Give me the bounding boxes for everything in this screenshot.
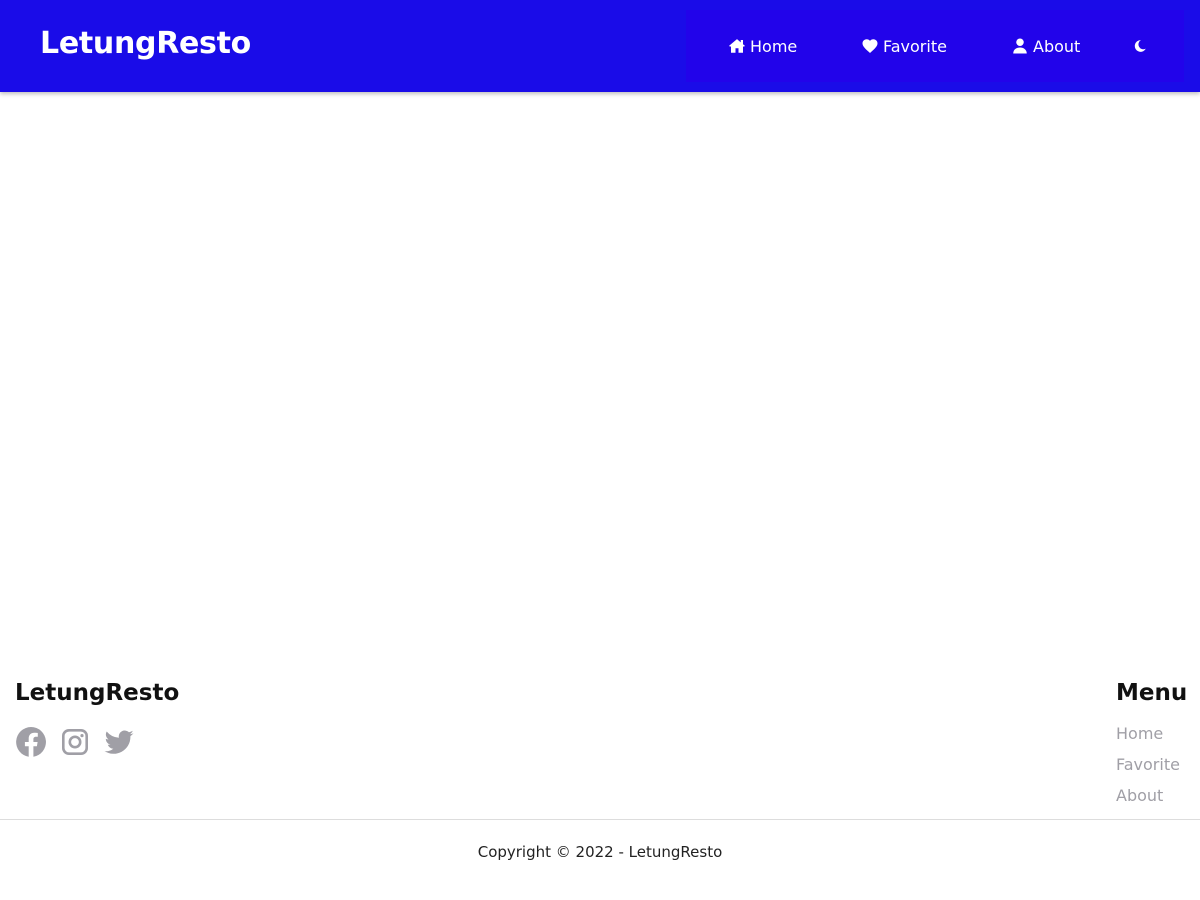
nav-favorite-label: Favorite [883,36,947,56]
footer-menu-title: Menu [1116,680,1188,706]
user-icon [1013,38,1027,54]
social-links [15,726,135,758]
theme-toggle-button[interactable] [1130,36,1150,56]
facebook-icon [16,727,46,757]
instagram-icon [62,729,88,755]
footer-menu-about[interactable]: About [1116,780,1187,811]
main-nav: Home Favorite About [686,10,1184,82]
footer-menu-home[interactable]: Home [1116,718,1187,749]
main-content [0,92,1200,652]
facebook-link[interactable] [15,726,47,758]
twitter-link[interactable] [103,726,135,758]
footer-brand: LetungResto [15,680,180,706]
brand-logo-link[interactable]: LetungResto [40,26,251,61]
footer-divider [0,819,1200,820]
site-footer: LetungResto Menu Home Favorite About Cop… [0,660,1200,900]
home-icon [729,39,745,53]
nav-home-link[interactable]: Home [728,10,797,82]
moon-icon [1134,40,1146,52]
footer-menu-favorite[interactable]: Favorite [1116,749,1187,780]
nav-favorite-link[interactable]: Favorite [861,10,947,82]
footer-menu: Menu Home Favorite About [1116,680,1187,811]
nav-home-label: Home [750,36,798,56]
instagram-link[interactable] [59,726,91,758]
twitter-icon [104,730,134,754]
app-header: LetungResto Home Favorite About [0,0,1200,92]
heart-icon [862,39,878,53]
nav-about-label: About [1033,36,1081,56]
nav-about-link[interactable]: About [1011,10,1080,82]
copyright-text: Copyright © 2022 - LetungResto [477,843,723,861]
